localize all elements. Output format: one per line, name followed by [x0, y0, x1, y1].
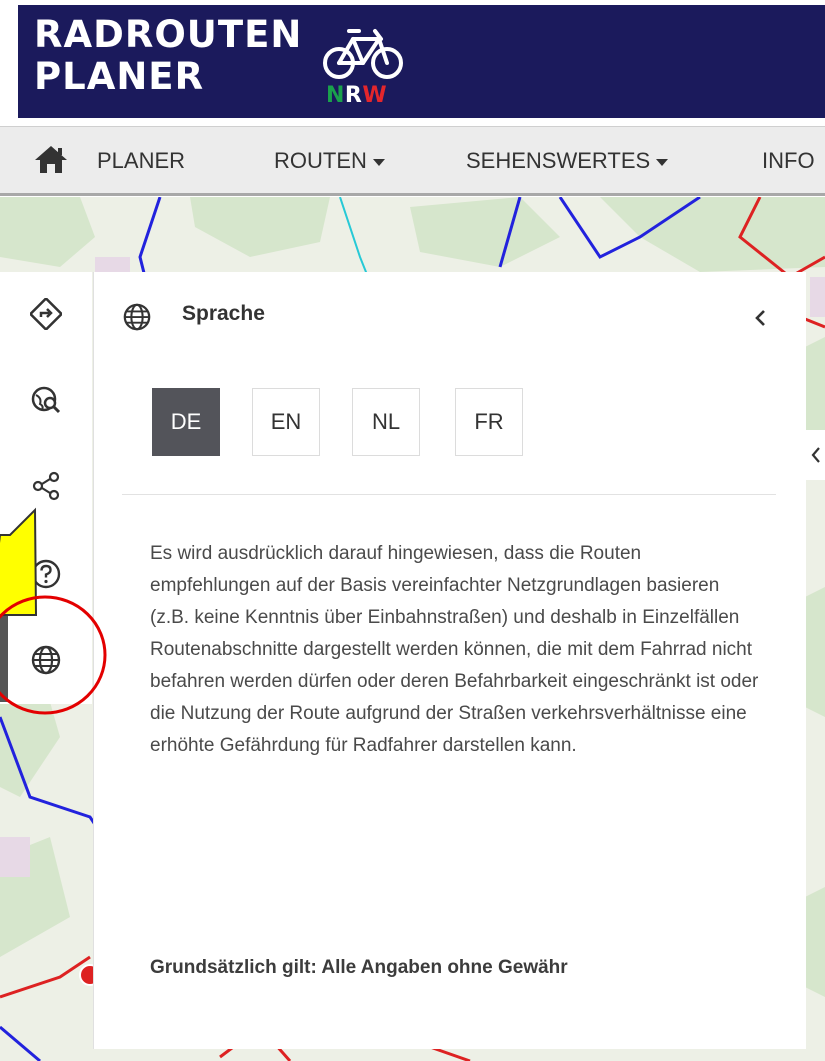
nrw-logo: NRW — [326, 83, 388, 108]
brand-line-1: RADROUTEN — [34, 13, 303, 56]
sidebar-item-search[interactable] — [22, 376, 70, 424]
nav-item-routen[interactable]: ROUTEN — [274, 148, 385, 174]
home-icon[interactable] — [34, 144, 68, 174]
sidebar — [0, 272, 92, 704]
share-icon — [32, 471, 60, 501]
bicycle-icon — [323, 29, 403, 79]
chevron-left-icon — [811, 447, 820, 463]
chevron-left-icon[interactable] — [749, 303, 773, 333]
nav-item-planer[interactable]: PLANER — [97, 148, 185, 174]
brand-logo[interactable]: RADROUTEN PLANER NRW — [18, 5, 825, 118]
active-indicator — [0, 612, 8, 702]
language-button-fr[interactable]: FR — [455, 388, 523, 456]
main-nav: PLANER ROUTEN SEHENSWERTES INFO — [0, 126, 825, 196]
map-side-tab[interactable] — [805, 430, 825, 480]
caret-down-icon — [656, 158, 669, 166]
route-directions-icon — [30, 298, 62, 330]
globe-search-icon — [31, 386, 61, 414]
nav-item-sehenswertes[interactable]: SEHENSWERTES — [466, 148, 669, 174]
sidebar-item-language[interactable] — [22, 636, 70, 684]
language-button-en[interactable]: EN — [252, 388, 320, 456]
language-button-de[interactable]: DE — [152, 388, 220, 456]
brand-line-2: PLANER — [34, 55, 205, 98]
language-button-nl[interactable]: NL — [352, 388, 420, 456]
app-header: RADROUTEN PLANER NRW — [0, 0, 825, 125]
language-panel: Sprache DE EN NL FR Es wird ausdrücklich… — [93, 272, 806, 1049]
sidebar-item-help[interactable] — [22, 550, 70, 598]
disclaimer-text: Es wird ausdrücklich darauf hingewiesen,… — [150, 543, 759, 756]
globe-icon — [31, 645, 61, 675]
panel-title: Sprache — [182, 302, 265, 325]
caret-down-icon — [372, 158, 385, 166]
nav-item-info[interactable]: INFO — [762, 148, 815, 174]
sidebar-item-share[interactable] — [22, 462, 70, 510]
divider — [122, 494, 776, 495]
globe-icon — [123, 303, 151, 331]
disclaimer-strong: Grundsätzlich gilt: Alle Angaben ohne Ge… — [150, 957, 568, 978]
sidebar-item-route[interactable] — [22, 290, 70, 338]
help-icon — [31, 559, 61, 589]
